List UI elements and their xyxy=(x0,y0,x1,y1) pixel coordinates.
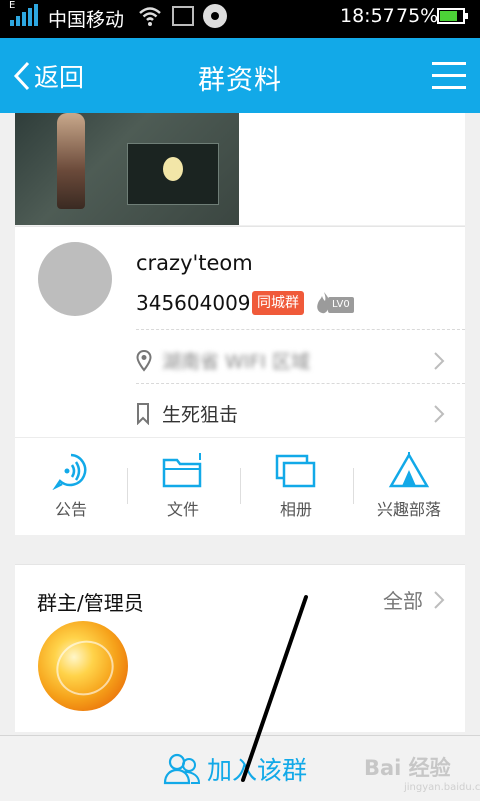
group-name: crazy'teom xyxy=(136,251,253,275)
join-group-label: 加入该群 xyxy=(207,756,308,785)
album-button[interactable]: 相册 xyxy=(240,438,352,535)
tribe-label: 兴趣部落 xyxy=(376,500,441,519)
chevron-right-icon xyxy=(434,405,445,423)
chevron-right-icon xyxy=(434,352,445,370)
files-button[interactable]: 文件 xyxy=(127,438,239,535)
all-admins-link[interactable]: 全部 xyxy=(383,585,445,614)
watermark-url: jingyan.baidu.com xyxy=(404,782,480,793)
location-row[interactable]: 湖南省 WIFI 区域 xyxy=(136,337,465,383)
level-badge: LV0 xyxy=(328,297,354,313)
announcement-button[interactable]: 公告 xyxy=(15,438,127,535)
join-group-button[interactable]: 加入该群 xyxy=(163,750,307,788)
group-cover xyxy=(15,113,465,225)
bottom-bar: 加入该群 Bai 经验 jingyan.baidu.com xyxy=(0,735,480,801)
group-avatar[interactable] xyxy=(38,242,112,316)
game-character xyxy=(57,113,85,209)
divider xyxy=(136,329,465,330)
tribe-button[interactable]: 兴趣部落 xyxy=(353,438,465,535)
tent-icon xyxy=(388,452,430,488)
status-bar: E 中国移动 18:57 75% xyxy=(0,0,480,38)
album-icon xyxy=(275,454,316,488)
header: 返回 群资料 xyxy=(0,38,480,113)
folder-icon xyxy=(162,453,202,488)
all-admins-label: 全部 xyxy=(383,589,423,613)
chevron-right-icon xyxy=(434,590,445,609)
bookmark-icon xyxy=(137,403,149,425)
mouse-icon xyxy=(163,157,183,181)
album-label: 相册 xyxy=(279,500,312,519)
page-title: 群资料 xyxy=(198,65,282,96)
wifi-icon xyxy=(139,7,161,26)
disc-icon xyxy=(203,4,227,28)
battery-fill xyxy=(440,11,457,21)
location-pin-icon xyxy=(136,350,152,372)
watermark: Bai 经验 xyxy=(364,756,451,780)
city-group-badge: 同城群 xyxy=(252,291,304,315)
carrier-name: 中国移动 xyxy=(48,9,125,31)
battery-icon xyxy=(437,8,468,24)
action-grid: 公告 文件 相册 兴趣部落 xyxy=(15,437,465,535)
menu-button[interactable] xyxy=(432,60,466,90)
admins-title: 群主/管理员 xyxy=(37,591,144,615)
battery-percent: 75% xyxy=(396,5,439,27)
group-info-card: crazy'teom 345604009 同城群 LV0 湖南省 WIFI 区域… xyxy=(15,226,465,437)
files-label: 文件 xyxy=(166,500,199,519)
signal-icon xyxy=(8,4,38,26)
announcement-label: 公告 xyxy=(54,500,87,519)
category-text: 生死狙击 xyxy=(162,404,239,426)
add-user-icon xyxy=(163,753,201,785)
location-text: 湖南省 WIFI 区域 xyxy=(162,351,311,373)
image-icon xyxy=(172,6,194,26)
admins-card: 群主/管理员 全部 xyxy=(15,564,465,732)
group-id: 345604009 xyxy=(136,291,251,315)
owner-avatar[interactable] xyxy=(38,621,128,711)
announcement-icon xyxy=(52,453,87,490)
cover-image[interactable] xyxy=(15,113,239,225)
divider xyxy=(136,383,465,384)
category-row[interactable]: 生死狙击 xyxy=(136,390,465,436)
clock: 18:57 xyxy=(340,5,395,27)
